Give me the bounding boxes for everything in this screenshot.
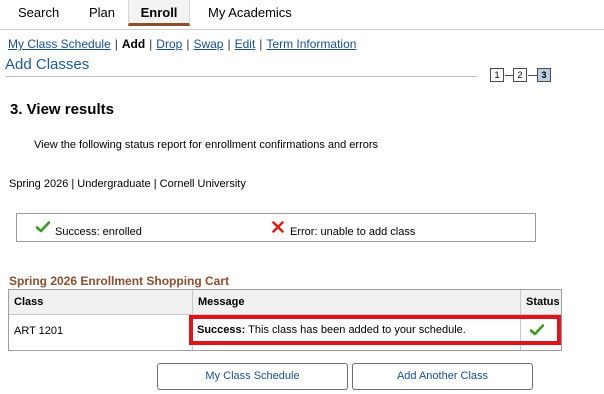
legend-success-text: Success: enrolled (55, 226, 142, 238)
subnav-add: Add (121, 37, 146, 51)
subnav-separator: | (114, 37, 118, 51)
instructions-text: View the following status report for enr… (34, 139, 379, 151)
step-3: 3 (537, 68, 551, 82)
subnav-separator: | (186, 37, 190, 51)
step-connector (528, 75, 537, 76)
add-another-class-button[interactable]: Add Another Class (352, 363, 533, 390)
title-divider (5, 76, 477, 77)
step-2: 2 (513, 68, 527, 82)
subnav-term-information[interactable]: Term Information (266, 37, 356, 51)
subnav-my-class-schedule[interactable]: My Class Schedule (8, 37, 111, 51)
my-class-schedule-button[interactable]: My Class Schedule (157, 363, 348, 390)
subnav-drop[interactable]: Drop (156, 37, 182, 51)
step-1: 1 (490, 68, 504, 82)
subnav-swap[interactable]: Swap (193, 37, 223, 51)
tab-plan[interactable]: Plan (89, 5, 115, 20)
tab-search[interactable]: Search (18, 5, 59, 20)
page-title: Add Classes (5, 56, 90, 73)
subnav-separator: | (259, 37, 263, 51)
tab-enroll[interactable]: Enroll (128, 0, 190, 26)
subnav-edit[interactable]: Edit (235, 37, 256, 51)
cart-title: Spring 2026 Enrollment Shopping Cart (9, 274, 230, 288)
step-connector (505, 75, 513, 76)
term-career-institution: Spring 2026 | Undergraduate | Cornell Un… (9, 178, 246, 190)
tab-my-academics[interactable]: My Academics (208, 5, 292, 20)
table-row-class-cell: ART 1201 (9, 315, 193, 350)
subnav-separator: | (227, 37, 231, 51)
column-header-class: Class (9, 290, 193, 315)
status-legend: Success: enrolled Error: unable to add c… (16, 213, 536, 242)
column-header-status: Status (521, 290, 561, 315)
check-icon (35, 220, 51, 238)
x-icon (272, 220, 284, 238)
legend-error-text: Error: unable to add class (290, 226, 416, 238)
enroll-subnav: My Class Schedule | Add | Drop | Swap | Edit | Ter… (8, 37, 356, 51)
column-header-message: Message (193, 290, 521, 315)
subnav-separator: | (149, 37, 153, 51)
result-highlight-box (189, 315, 561, 345)
top-nav-tabs: Search Plan Enroll My Academics (0, 0, 604, 30)
section-heading: 3. View results (10, 101, 114, 118)
